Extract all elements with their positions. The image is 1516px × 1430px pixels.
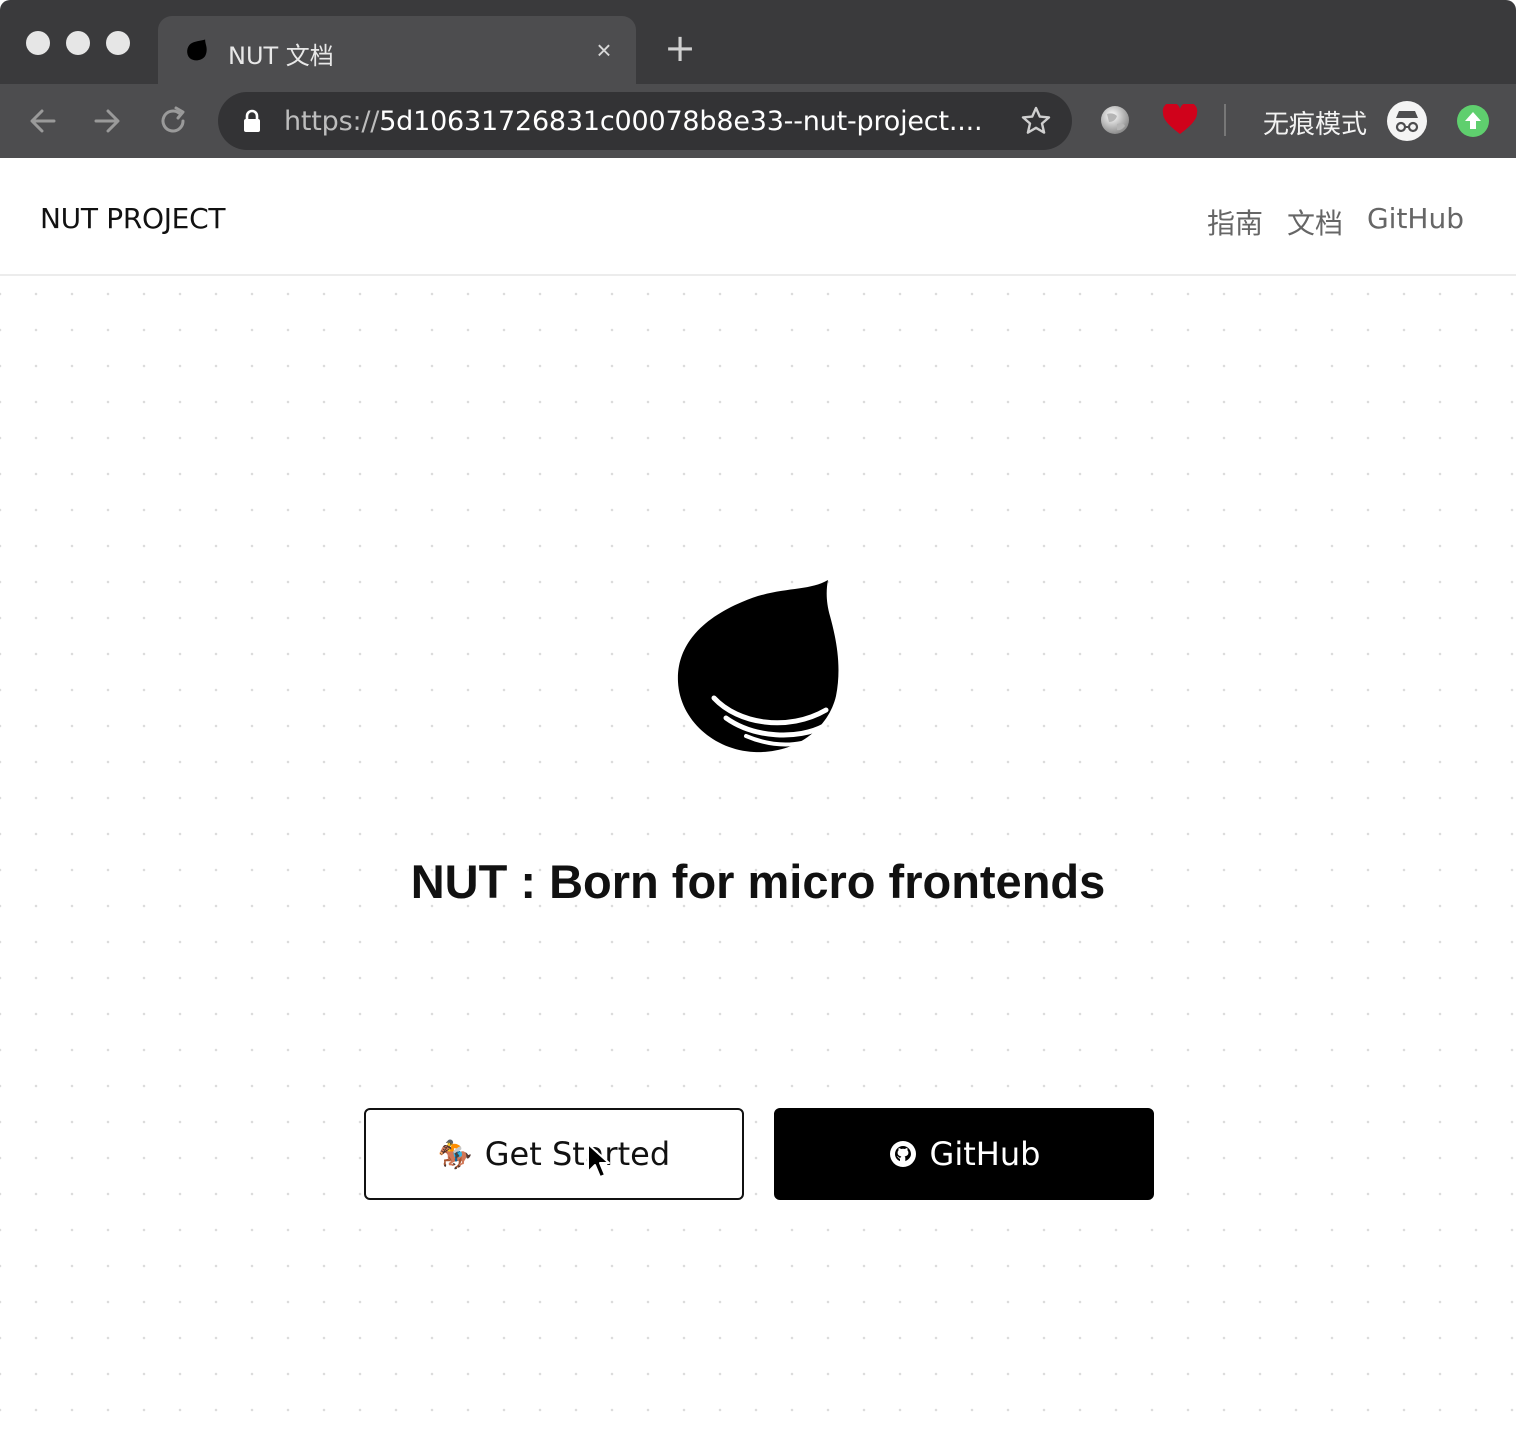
browser-window: NUT 文档 × + https://5d10631726831c00078b8… (0, 0, 1516, 1430)
browser-toolbar: https://5d10631726831c00078b8e33--nut-pr… (0, 84, 1516, 158)
arrow-right-icon[interactable] (88, 102, 126, 140)
nav-link-docs[interactable]: 文档 (1287, 202, 1343, 242)
url-text[interactable]: https://5d10631726831c00078b8e33--nut-pr… (284, 106, 983, 137)
star-icon[interactable] (1020, 105, 1052, 137)
page-content: NUT PROJECT 指南 文档 GitHub NUT : Born for … (0, 158, 1516, 1430)
reload-icon[interactable] (154, 102, 192, 140)
site-header: NUT PROJECT 指南 文档 GitHub (0, 158, 1516, 276)
arrow-left-icon[interactable] (24, 102, 62, 140)
tab-close-icon[interactable]: × (590, 36, 618, 64)
tab-active[interactable]: NUT 文档 × (158, 16, 636, 84)
lock-icon[interactable] (242, 109, 262, 133)
mouse-cursor-icon (587, 1143, 610, 1178)
address-bar[interactable]: https://5d10631726831c00078b8e33--nut-pr… (218, 92, 1072, 150)
get-started-button[interactable]: 🏇 Get Started (364, 1108, 744, 1200)
site-nav: 指南 文档 GitHub (1207, 202, 1464, 242)
nav-link-guide[interactable]: 指南 (1207, 202, 1263, 242)
update-icon[interactable] (1456, 104, 1490, 138)
github-icon (889, 1141, 916, 1167)
incognito-label[interactable]: 无痕模式 (1263, 104, 1367, 141)
github-button-label: GitHub (929, 1135, 1041, 1173)
horse-racing-icon: 🏇 (437, 1137, 473, 1171)
get-started-label: Get Started (484, 1135, 671, 1173)
maximize-window-button[interactable] (106, 31, 130, 55)
nut-favicon-icon (187, 39, 207, 61)
github-button[interactable]: GitHub (774, 1108, 1154, 1200)
site-brand[interactable]: NUT PROJECT (40, 202, 225, 235)
url-host: 5d10631726831c00078b8e33--nut-project...… (379, 106, 983, 137)
incognito-icon[interactable] (1386, 100, 1428, 142)
minimize-window-button[interactable] (66, 31, 90, 55)
new-tab-button[interactable]: + (662, 29, 698, 67)
nut-logo-icon (677, 580, 839, 753)
title-bar: NUT 文档 × + (0, 0, 1516, 84)
hero-title: NUT : Born for micro frontends (410, 855, 1106, 908)
globe-icon[interactable] (1099, 104, 1131, 136)
heart-icon[interactable] (1162, 104, 1198, 136)
close-window-button[interactable] (26, 31, 50, 55)
url-scheme: https:// (284, 106, 380, 137)
toolbar-divider (1224, 104, 1226, 136)
nav-link-github[interactable]: GitHub (1367, 202, 1464, 242)
tab-title: NUT 文档 (228, 42, 334, 70)
